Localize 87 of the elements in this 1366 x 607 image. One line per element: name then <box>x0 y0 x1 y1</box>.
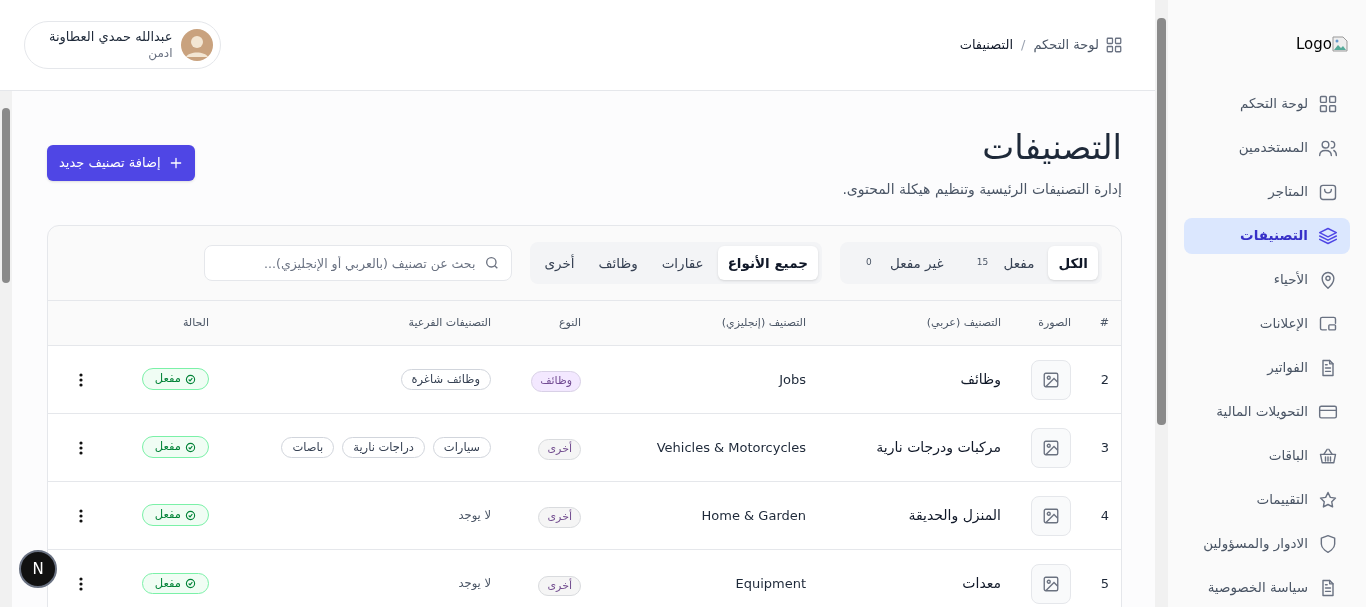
column-header: النوع <box>559 315 581 329</box>
status-badge: مفعل <box>141 436 209 458</box>
column-header: الصورة <box>1038 315 1071 329</box>
broken-image-icon <box>1332 36 1348 53</box>
more-icon <box>79 576 83 591</box>
filter-tab[interactable]: وظائف <box>588 246 648 280</box>
plus-icon <box>168 156 183 170</box>
sidebar-item[interactable]: التحويلات المالية <box>1184 393 1350 430</box>
sidebar-item[interactable]: سياسة الخصوصية <box>1184 569 1350 606</box>
scrollbar[interactable] <box>0 91 12 607</box>
user-card[interactable]: عبدالله حمدي العطاونة ادمن <box>24 21 221 69</box>
subcategory-tag: وظائف شاغرة <box>400 368 491 391</box>
count-label: 15 <box>975 256 990 270</box>
status-badge: مفعل <box>141 572 209 594</box>
filter-tab[interactable]: جميع الأنواع <box>717 246 818 280</box>
sidebar-item[interactable]: المتاجر <box>1184 173 1350 210</box>
grid-icon <box>1318 93 1338 114</box>
breadcrumb-current[interactable]: التصنيفات <box>959 35 1014 55</box>
breadcrumb-separator: / <box>1021 36 1026 55</box>
more-icon <box>79 508 83 523</box>
more-icon <box>79 440 83 455</box>
image-icon <box>1042 574 1060 593</box>
category-name: Home & Garden <box>701 507 806 523</box>
row-number: 5 <box>1100 576 1109 591</box>
layers-icon <box>1318 225 1338 246</box>
subcategory-tag: دراجات نارية <box>342 436 425 459</box>
check-circle-icon <box>185 509 196 521</box>
sidebar-item[interactable]: الأحياء <box>1184 261 1350 298</box>
sidebar-item[interactable]: المستخدمين <box>1184 129 1350 166</box>
type-tag: وظائف <box>531 371 581 392</box>
category-name: Vehicles & Motorcycles <box>656 439 806 455</box>
sidebar-item[interactable]: الإعلانات <box>1184 305 1350 342</box>
avatar <box>180 29 213 61</box>
column-header: التصنيف (عربي) <box>926 315 1001 329</box>
subcategory-tag: باصات <box>281 436 335 459</box>
sidebar-item[interactable]: التصنيفات <box>1184 217 1350 254</box>
search-field[interactable]: بحث عن تصنيف (بالعربي أو الإنجليزي)... <box>204 245 513 281</box>
status-badge: مفعل <box>141 368 209 390</box>
empty-text: لا يوجد <box>458 506 491 524</box>
sidebar-item[interactable]: الباقات <box>1184 437 1350 474</box>
shield-icon <box>1318 533 1338 554</box>
page-description: إدارة التصنيفات الرئيسية وتنظيم هيكلة المحتوى. <box>842 180 1122 200</box>
dev-tools-button[interactable]: N <box>19 550 57 588</box>
user-name: عبدالله حمدي العطاونة <box>49 28 173 45</box>
column-header: # <box>1099 315 1109 329</box>
sidebar-item[interactable]: التقييمات <box>1184 481 1350 518</box>
check-circle-icon <box>185 441 196 453</box>
filter-tab[interactable]: الكل <box>1048 246 1098 280</box>
category-name: Equipment <box>735 576 806 591</box>
subcategory-tag: سيارات <box>432 436 491 459</box>
sidebar-item[interactable]: لوحة التحكم <box>1184 85 1350 122</box>
status-badge: مفعل <box>141 504 209 526</box>
type-tag: أخرى <box>538 507 581 528</box>
image-icon <box>1042 506 1060 525</box>
image-icon <box>1042 438 1060 457</box>
grid-icon <box>1105 36 1123 54</box>
breadcrumb-link[interactable]: لوحة التحكم <box>1033 35 1123 55</box>
check-circle-icon <box>185 577 196 589</box>
star-icon <box>1318 489 1338 510</box>
image-icon <box>1042 370 1060 389</box>
add-category-button[interactable]: إضافة تصنيف جديد <box>47 145 195 181</box>
empty-text: لا يوجد <box>458 575 491 593</box>
user-role: ادمن <box>148 45 173 62</box>
scrollbar[interactable] <box>1155 0 1168 607</box>
column-header: التصنيف (إنجليزي) <box>721 315 806 329</box>
row-number: 4 <box>1100 507 1109 523</box>
more-icon <box>79 372 83 387</box>
column-header: الحالة <box>182 315 209 329</box>
category-name: المنزل والحديقة <box>908 507 1001 523</box>
count-label: 0 <box>865 256 873 270</box>
category-name: معدات <box>962 575 1001 592</box>
type-tag: أخرى <box>538 439 581 460</box>
type-tag: أخرى <box>538 575 581 596</box>
category-name: Jobs <box>779 371 806 387</box>
logo[interactable]: Logo <box>1296 33 1348 56</box>
category-name: مركبات ودرجات نارية <box>876 439 1001 455</box>
category-name: وظائف <box>960 371 1001 387</box>
filter-tab[interactable]: عقارات <box>651 246 714 280</box>
row-number: 3 <box>1100 439 1109 455</box>
column-header: التصنيفات الفرعية <box>408 315 491 329</box>
filter-tab[interactable]: أخرى <box>534 246 585 280</box>
sidebar-item[interactable]: الفواتير <box>1184 349 1350 386</box>
row-number: 2 <box>1100 371 1109 387</box>
check-circle-icon <box>185 373 196 385</box>
page-title: التصنيفات <box>982 127 1122 167</box>
sidebar-item[interactable]: الادوار والمسؤولين <box>1184 525 1350 562</box>
map-pin-icon <box>1318 269 1338 290</box>
